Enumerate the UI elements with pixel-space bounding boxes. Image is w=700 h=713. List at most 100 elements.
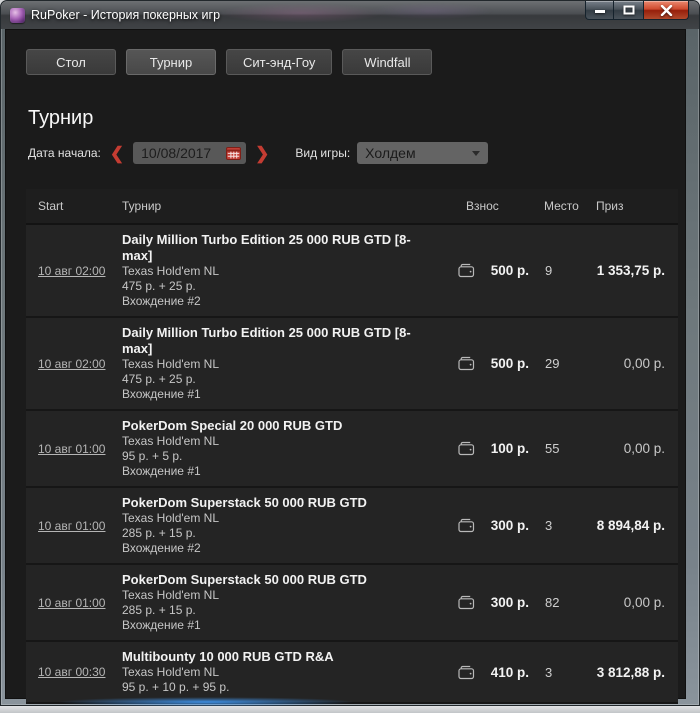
client-area: Стол Турнир Сит-энд-Гоу Windfall Турнир … <box>5 29 686 704</box>
buyin-breakdown: 285 р. + 15 р. <box>122 526 196 540</box>
wallet-icon <box>458 665 475 679</box>
prize: 0,00 р. <box>623 595 665 610</box>
table-header: Start Турнир Взнос Место Приз <box>26 189 678 225</box>
wallet-icon <box>458 441 475 456</box>
header-buyin: Взнос <box>466 199 499 213</box>
game-type-select[interactable]: Холдем <box>357 142 489 164</box>
close-button[interactable] <box>643 1 689 20</box>
table-row[interactable]: 10 авг 01:00 PokerDom Superstack 50 000 … <box>26 565 678 642</box>
wallet-icon <box>458 595 475 610</box>
start-time-link[interactable]: 10 авг 01:00 <box>38 519 105 533</box>
tournament-title: PokerDom Superstack 50 000 RUB GTD <box>122 495 367 510</box>
place: 55 <box>545 441 560 456</box>
date-input[interactable]: 10/08/2017 <box>133 142 247 164</box>
maximize-icon <box>623 5 634 15</box>
tournament-title: Daily Million Turbo Edition 25 000 RUB G… <box>122 325 411 356</box>
tournament-cell: PokerDom Special 20 000 RUB GTD Texas Ho… <box>122 411 447 486</box>
place: 9 <box>545 263 553 278</box>
place: 3 <box>545 664 553 680</box>
window-title: RuPoker - История покерных игр <box>31 8 221 22</box>
prize: 1 353,75 р. <box>596 263 665 278</box>
tournament-title: Multibounty 10 000 RUB GTD R&A <box>122 649 334 664</box>
buyin-amount: 100 р. <box>490 441 529 456</box>
header-place: Место <box>544 199 579 213</box>
calendar-icon[interactable] <box>226 146 242 160</box>
app-window: RuPoker - История покерных игр Стол Турн… <box>0 0 700 707</box>
header-tournament: Турнир <box>122 199 162 213</box>
tab-bar: Стол Турнир Сит-энд-Гоу Windfall <box>26 49 685 75</box>
chevron-down-icon <box>472 150 481 156</box>
table-row[interactable]: 10 авг 01:00 PokerDom Superstack 50 000 … <box>26 488 678 565</box>
buyin-breakdown: 285 р. + 15 р. <box>122 603 196 617</box>
table-row[interactable]: 10 авг 00:30 Multibounty 10 000 RUB GTD … <box>26 642 678 704</box>
buyin-breakdown: 475 р. + 25 р. <box>122 372 196 386</box>
game-type: Texas Hold'em NL <box>122 434 219 448</box>
tournament-title: Daily Million Turbo Edition 25 000 RUB G… <box>122 232 411 263</box>
table-row[interactable]: 10 авг 01:00 PokerDom Special 20 000 RUB… <box>26 411 678 488</box>
wallet-icon <box>458 356 475 371</box>
header-start: Start <box>38 199 64 213</box>
tab-sit-and-go[interactable]: Сит-энд-Гоу <box>226 49 333 75</box>
entry-number: Вхождение #1 <box>122 618 201 632</box>
place: 29 <box>545 356 560 371</box>
table-row[interactable]: 10 авг 02:00 Daily Million Turbo Edition… <box>26 318 678 411</box>
game-type-label: Вид игры: <box>295 146 351 160</box>
buyin-amount: 500 р. <box>490 356 529 371</box>
buyin-breakdown: 95 р. + 10 р. + 95 р. <box>122 680 230 694</box>
close-icon <box>660 4 672 16</box>
page-title: Турнир <box>28 107 94 129</box>
game-type-value: Холдем <box>365 145 416 161</box>
prize: 0,00 р. <box>623 441 665 456</box>
start-time-link[interactable]: 10 авг 01:00 <box>38 442 105 456</box>
game-type: Texas Hold'em NL <box>122 665 219 679</box>
prize: 3 812,88 р. <box>596 664 665 680</box>
tab-windfall[interactable]: Windfall <box>342 49 433 75</box>
game-type: Texas Hold'em NL <box>122 264 219 278</box>
entry-number: Вхождение #1 <box>122 387 201 401</box>
titlebar[interactable]: RuPoker - История покерных игр <box>1 1 699 29</box>
start-time-link[interactable]: 10 авг 00:30 <box>38 665 105 679</box>
tournament-cell: PokerDom Superstack 50 000 RUB GTD Texas… <box>122 488 447 563</box>
game-type: Texas Hold'em NL <box>122 357 219 371</box>
filter-row: Дата начала: ❮ 10/08/2017 ❯ Вид игры: Хо… <box>28 141 685 165</box>
buyin-amount: 300 р. <box>490 518 529 533</box>
minimize-button[interactable] <box>585 1 614 20</box>
entry-number: Вхождение #1 <box>122 464 201 478</box>
start-time-link[interactable]: 10 авг 01:00 <box>38 596 105 610</box>
buyin-breakdown: 475 р. + 25 р. <box>122 279 196 293</box>
tournament-cell: Daily Million Turbo Edition 25 000 RUB G… <box>122 225 447 316</box>
tab-table[interactable]: Стол <box>26 49 116 75</box>
app-icon <box>10 7 25 23</box>
window-controls <box>585 1 689 20</box>
prev-day-button[interactable]: ❮ <box>110 145 124 162</box>
entry-number: Вхождение #2 <box>122 541 201 555</box>
tournament-cell: Multibounty 10 000 RUB GTD R&A Texas Hol… <box>122 642 447 702</box>
minimize-icon <box>594 9 605 13</box>
table-row[interactable]: 10 авг 02:00 Daily Million Turbo Edition… <box>26 225 678 318</box>
place: 3 <box>545 518 553 533</box>
place: 82 <box>545 595 560 610</box>
game-type: Texas Hold'em NL <box>122 588 219 602</box>
game-type: Texas Hold'em NL <box>122 511 219 525</box>
maximize-button[interactable] <box>614 1 643 20</box>
tournament-cell: PokerDom Superstack 50 000 RUB GTD Texas… <box>122 565 447 640</box>
start-time-link[interactable]: 10 авг 02:00 <box>38 357 105 371</box>
date-value: 10/08/2017 <box>141 145 212 161</box>
header-prize: Приз <box>596 199 624 213</box>
tab-tournament[interactable]: Турнир <box>126 49 216 75</box>
buyin-amount: 300 р. <box>490 595 529 610</box>
wallet-icon <box>458 263 475 278</box>
next-day-button[interactable]: ❯ <box>255 145 269 162</box>
tournament-title: PokerDom Special 20 000 RUB GTD <box>122 418 343 433</box>
prize: 0,00 р. <box>623 356 665 371</box>
start-time-link[interactable]: 10 авг 02:00 <box>38 264 105 278</box>
buyin-amount: 500 р. <box>490 263 529 278</box>
wallet-icon <box>458 518 475 533</box>
start-date-label: Дата начала: <box>28 146 101 160</box>
buyin-amount: 410 р. <box>490 664 529 680</box>
prize: 8 894,84 р. <box>596 518 665 533</box>
tournament-title: PokerDom Superstack 50 000 RUB GTD <box>122 572 367 587</box>
tournament-history-table: Start Турнир Взнос Место Приз 10 авг 02:… <box>26 189 678 704</box>
entry-number: Вхождение #2 <box>122 294 201 308</box>
tournament-cell: Daily Million Turbo Edition 25 000 RUB G… <box>122 318 447 409</box>
